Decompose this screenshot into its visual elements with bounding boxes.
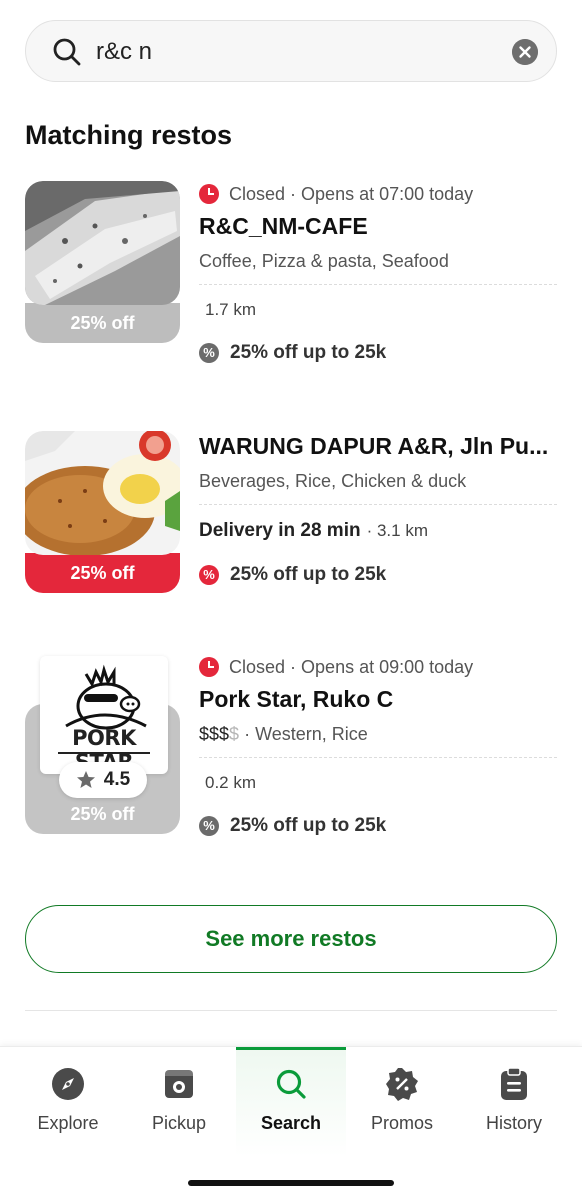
resto-cuisine: $$$$ · Western, Rice: [199, 724, 557, 745]
search-icon: [53, 38, 81, 66]
resto-card[interactable]: 25% off Closed · Opens at 07:00 today R&…: [0, 181, 582, 381]
delivery-row: Delivery in 28 min · 3.1 km: [199, 520, 557, 542]
clock-icon: [199, 657, 219, 677]
discount-badge: 25% off: [25, 553, 180, 593]
resto-cuisine: Beverages, Rice, Chicken & duck: [199, 471, 467, 491]
nav-explore[interactable]: Explore: [13, 1047, 123, 1157]
delivery-time: Delivery in 28 min: [199, 520, 361, 541]
promo-text: 25% off up to 25k: [230, 815, 387, 836]
search-bar[interactable]: r&c n: [25, 20, 557, 82]
distance-text: 1.7 km: [205, 300, 257, 319]
bottom-nav: Explore Pickup Search Promos History: [0, 1046, 582, 1200]
nav-label: Pickup: [151, 1113, 207, 1133]
discount-badge: 25% off: [70, 803, 135, 824]
promo-percent-icon: %: [199, 343, 219, 363]
resto-info: Closed · Opens at 09:00 today Pork Star,…: [199, 654, 557, 837]
promo-row: % 25% off up to 25k: [199, 815, 557, 837]
resto-name: R&C_NM-CAFE: [199, 213, 368, 239]
dashed-divider: [199, 504, 557, 505]
star-icon: [76, 771, 95, 788]
cuisine-text: · Western, Rice: [244, 724, 368, 744]
nav-label: History: [485, 1113, 542, 1133]
status-row: Closed · Opens at 07:00 today: [199, 181, 557, 207]
resto-card[interactable]: 25% off PORK STAR 4.5 Closed · Opens at …: [0, 654, 582, 854]
nav-label: Explore: [37, 1113, 99, 1133]
resto-photo: [25, 431, 180, 555]
nav-label: Promos: [370, 1113, 433, 1133]
rating-value: 4.5: [103, 769, 131, 790]
section-title: Matching restos: [25, 120, 233, 150]
promo-percent-icon: [386, 1068, 418, 1101]
nav-search[interactable]: Search: [236, 1047, 346, 1157]
distance-text: 0.2 km: [205, 773, 257, 792]
resto-photo: [25, 181, 180, 305]
status-closed: Closed: [229, 183, 286, 204]
logo-underline: [58, 752, 150, 754]
dashed-divider: [199, 757, 557, 758]
clock-icon: [199, 184, 219, 204]
opens-time: · Opens at 09:00 today: [290, 656, 474, 677]
resto-thumbnail[interactable]: 25% off: [25, 431, 180, 593]
resto-distance: 1.7 km: [199, 300, 557, 320]
resto-name: WARUNG DAPUR A&R, Jln Pu...: [199, 433, 549, 459]
status-row: Closed · Opens at 09:00 today: [199, 654, 557, 680]
resto-card[interactable]: 25% off WARUNG DAPUR A&R, Jln Pu... Beve…: [0, 431, 582, 631]
resto-distance: 0.2 km: [199, 773, 557, 793]
resto-info: Closed · Opens at 07:00 today R&C_NM-CAF…: [199, 181, 557, 364]
clear-icon[interactable]: [512, 39, 538, 65]
clipboard-icon: [501, 1067, 527, 1100]
resto-thumbnail[interactable]: 25% off: [25, 181, 180, 343]
promo-row: % 25% off up to 25k: [199, 342, 557, 364]
resto-info: WARUNG DAPUR A&R, Jln Pu... Beverages, R…: [199, 431, 557, 586]
promo-text: 25% off up to 25k: [230, 564, 387, 585]
price-level-dim: $: [229, 724, 240, 744]
nav-history[interactable]: History: [459, 1047, 569, 1157]
search-icon: [276, 1069, 306, 1099]
promo-text: 25% off up to 25k: [230, 342, 387, 363]
discount-badge: 25% off: [25, 303, 180, 343]
promo-row: % 25% off up to 25k: [199, 564, 557, 586]
compass-icon: [52, 1068, 84, 1100]
nav-pickup[interactable]: Pickup: [124, 1047, 234, 1157]
pig-logo-icon: [65, 664, 147, 730]
dashed-divider: [199, 284, 557, 285]
resto-name: Pork Star, Ruko C: [199, 686, 394, 712]
pickup-bag-icon: [165, 1070, 193, 1098]
see-more-button[interactable]: See more restos: [25, 905, 557, 973]
rating-badge: 4.5: [59, 762, 147, 798]
home-indicator: [188, 1180, 394, 1186]
opens-time: · Opens at 07:00 today: [290, 183, 474, 204]
nav-label: Search: [260, 1113, 322, 1133]
nav-promos[interactable]: Promos: [347, 1047, 457, 1157]
resto-cuisine: Coffee, Pizza & pasta, Seafood: [199, 251, 449, 271]
price-level: $$$: [199, 724, 230, 744]
promo-percent-icon: %: [199, 565, 219, 585]
status-closed: Closed: [229, 656, 286, 677]
resto-logo: PORK STAR: [40, 656, 168, 774]
divider: [25, 1010, 557, 1011]
distance-text: · 3.1 km: [366, 521, 428, 540]
search-input[interactable]: r&c n: [96, 38, 152, 66]
promo-percent-icon: %: [199, 816, 219, 836]
